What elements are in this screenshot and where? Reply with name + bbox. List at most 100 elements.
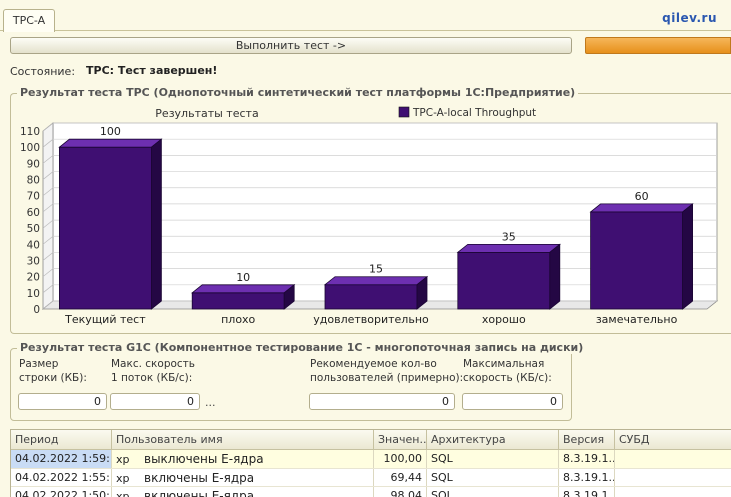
table-row[interactable]: 04.02.2022 1:55:... xp включены E-ядра 69… xyxy=(11,468,731,486)
bar-side xyxy=(150,138,162,310)
results-table[interactable]: Период Пользователь имя Значен... Архите… xyxy=(10,429,731,497)
y-tick-label: 110 xyxy=(20,126,40,138)
column-header-value[interactable]: Значен... xyxy=(374,430,427,449)
y-tick-label: 60 xyxy=(27,207,40,219)
y-tick-label: 30 xyxy=(27,255,40,267)
more-button[interactable]: ... xyxy=(205,396,216,409)
recommended-users-label-line1: Рекомендуемое кол-во xyxy=(310,358,437,370)
cell-user-prefix: xp xyxy=(116,472,130,485)
cell-architecture[interactable]: SQL xyxy=(427,487,559,497)
y-tick-label: 70 xyxy=(27,191,40,203)
cell-version[interactable]: 8.3.19.1... xyxy=(559,469,615,486)
y-tick-label: 100 xyxy=(20,142,40,154)
bar-value-label: 15 xyxy=(369,263,383,276)
max-speed-label-line1: Максимальная xyxy=(463,358,545,370)
bar xyxy=(191,292,285,310)
recommended-users-label: Рекомендуемое кол-во пользователей (прим… xyxy=(310,357,463,385)
cell-dbms[interactable] xyxy=(615,487,731,497)
x-tick-label: хорошо xyxy=(482,313,526,326)
bar-top xyxy=(589,203,694,213)
cell-period[interactable]: 04.02.2022 1:55:... xyxy=(11,469,112,486)
x-tick-label: удовлетворительно xyxy=(313,313,429,326)
cell-version[interactable]: 8.3.19.1... xyxy=(559,487,615,497)
table-row[interactable]: 04.02.2022 1:50:... xp включены E-ядра 98… xyxy=(11,486,731,497)
cell-value[interactable]: 98,04 xyxy=(374,487,427,497)
column-header-period[interactable]: Период xyxy=(11,430,112,449)
tpc-bar-chart: Результаты теста TPC-A-local Throughput … xyxy=(20,106,719,326)
max-speed-field[interactable]: 0 xyxy=(462,393,563,410)
g1c-group-title: Результат теста G1C (Компонентное тестир… xyxy=(17,341,587,354)
cell-dbms[interactable] xyxy=(615,469,731,486)
row-size-label-line2: строки (КБ): xyxy=(19,372,87,384)
cell-user[interactable]: xp выключены E-ядра xyxy=(112,450,374,468)
bar-top xyxy=(456,243,561,253)
bar xyxy=(59,146,152,310)
cell-user-name: выключены E-ядра xyxy=(144,452,264,466)
status-label: Состояние: xyxy=(10,65,76,78)
cell-version[interactable]: 8.3.19.1... xyxy=(559,450,615,468)
recommended-users-label-line2: пользователей (примерно): xyxy=(310,372,464,384)
cell-architecture[interactable]: SQL xyxy=(427,469,559,486)
y-tick-label: 40 xyxy=(27,239,40,251)
bar-side xyxy=(682,203,693,310)
max-speed-1-thread-field[interactable]: 0 xyxy=(110,393,200,410)
y-tick-label: 90 xyxy=(27,158,40,170)
cell-user-name: включены E-ядра xyxy=(144,471,255,485)
cell-architecture[interactable]: SQL xyxy=(427,450,559,468)
x-tick-label: плохо xyxy=(221,313,255,326)
cell-value[interactable]: 69,44 xyxy=(374,469,427,486)
column-header-version[interactable]: Версия xyxy=(559,430,615,449)
cell-user-prefix: xp xyxy=(116,453,130,466)
chart-side-wall xyxy=(42,122,54,310)
tab-strip xyxy=(0,0,731,31)
bar xyxy=(590,211,683,310)
progress-bar xyxy=(585,37,731,54)
x-tick-label: Текущий тест xyxy=(64,313,146,326)
cell-dbms[interactable] xyxy=(615,450,731,468)
bar-value-label: 100 xyxy=(100,125,121,138)
cell-user[interactable]: xp включены E-ядра xyxy=(112,487,374,497)
y-tick-label: 50 xyxy=(27,223,40,235)
bar-value-label: 10 xyxy=(236,271,250,284)
column-header-dbms[interactable]: СУБД xyxy=(615,430,731,449)
bar xyxy=(457,251,551,310)
max-speed-1-thread-label-line2: 1 поток (КБ/с): xyxy=(111,372,193,384)
bar xyxy=(324,284,418,310)
row-size-label: Размер строки (КБ): xyxy=(19,357,87,385)
cell-value[interactable]: 100,00 xyxy=(374,450,427,468)
tpc-group-title: Результат теста TPC (Однопоточный синтет… xyxy=(17,86,579,99)
cell-period[interactable]: 04.02.2022 1:59:... xyxy=(11,450,112,468)
cell-period[interactable]: 04.02.2022 1:50:... xyxy=(11,487,112,497)
max-speed-label: Максимальная скорость (КБ/с): xyxy=(463,357,552,385)
row-size-field[interactable]: 0 xyxy=(18,393,107,410)
bar-value-label: 35 xyxy=(502,230,516,243)
y-tick-label: 80 xyxy=(27,175,40,187)
column-header-user[interactable]: Пользователь имя xyxy=(112,430,374,449)
chart-title: Результаты теста xyxy=(155,107,258,120)
bar-top xyxy=(191,284,296,294)
table-header: Период Пользователь имя Значен... Архите… xyxy=(11,430,731,450)
bar-value-label: 60 xyxy=(635,190,649,203)
x-tick-label: замечательно xyxy=(596,313,678,326)
row-size-label-line1: Размер xyxy=(19,358,59,370)
y-tick-label: 20 xyxy=(27,272,40,284)
chart-y-axis: 0 10 20 30 40 50 60 70 80 90 100 110 xyxy=(20,126,40,316)
max-speed-1-thread-label: Макс. скорость 1 поток (КБ/с): xyxy=(111,357,195,385)
brand-logo-text: qilev.ru xyxy=(662,11,717,25)
y-tick-label: 10 xyxy=(27,288,40,300)
max-speed-1-thread-label-line1: Макс. скорость xyxy=(111,358,195,370)
legend-label: TPC-A-local Throughput xyxy=(412,107,536,119)
run-test-button[interactable]: Выполнить тест -> xyxy=(10,37,572,54)
bar-top xyxy=(323,276,429,286)
column-header-architecture[interactable]: Архитектура xyxy=(427,430,559,449)
recommended-users-field[interactable]: 0 xyxy=(309,393,455,410)
status-value: TPC: Тест завершен! xyxy=(86,64,218,77)
table-row[interactable]: 04.02.2022 1:59:... xp выключены E-ядра 1… xyxy=(11,450,731,468)
cell-user[interactable]: xp включены E-ядра xyxy=(112,469,374,486)
y-tick-label: 0 xyxy=(33,304,40,316)
legend-swatch xyxy=(398,106,410,118)
bar-top xyxy=(58,138,163,148)
cell-user-name: включены E-ядра xyxy=(144,489,255,497)
tab-tpc-a[interactable]: TPC-A xyxy=(3,9,55,32)
bar-side xyxy=(549,243,561,310)
